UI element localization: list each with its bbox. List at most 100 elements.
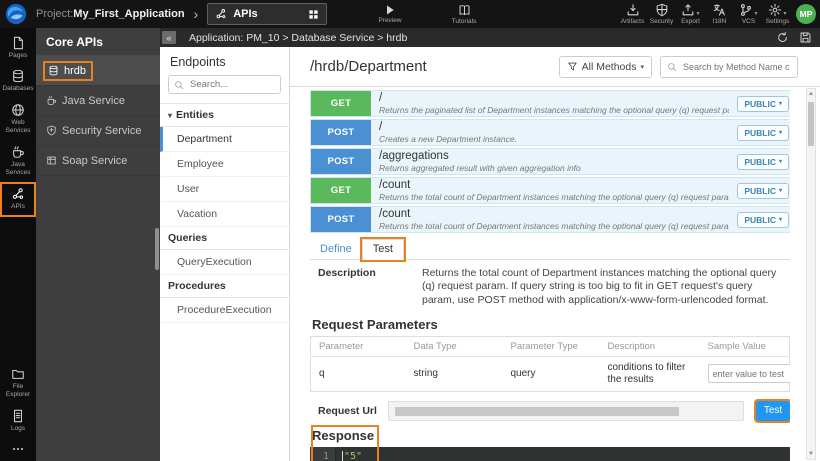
chevron-down-icon: ▾ bbox=[168, 111, 172, 120]
method-access-dropdown[interactable]: PUBLIC▾ bbox=[737, 96, 789, 112]
topbar-vcs-button[interactable]: ▾VCS bbox=[734, 3, 763, 25]
core-api-item-security-service[interactable]: Security Service bbox=[36, 116, 160, 146]
method-access-dropdown[interactable]: PUBLIC▾ bbox=[737, 154, 789, 170]
core-apis-title: Core APIs bbox=[36, 28, 160, 56]
preview-button[interactable]: Preview bbox=[368, 4, 412, 24]
core-api-item-hrdb[interactable]: hrdb bbox=[36, 56, 160, 86]
rail-item-logs[interactable]: Logs bbox=[1, 405, 35, 438]
i18n-icon bbox=[713, 3, 727, 17]
chevron-down-icon: ▾ bbox=[779, 216, 782, 223]
endpoint-item-user[interactable]: User bbox=[160, 177, 289, 202]
book-icon bbox=[458, 4, 471, 17]
method-path: / bbox=[379, 121, 729, 134]
method-path: /aggregations bbox=[379, 150, 729, 163]
rail-item-apis[interactable]: APIs bbox=[1, 183, 35, 216]
method-verb-badge: POST bbox=[311, 149, 371, 174]
endpoint-header: /hrdb/Department All Methods ▾ bbox=[290, 47, 820, 87]
topbar-export-button[interactable]: ▾Export bbox=[676, 3, 705, 25]
rail-item-file-explorer[interactable]: FileExplorer bbox=[1, 363, 35, 405]
api-icon bbox=[215, 8, 227, 20]
description-label: Description bbox=[310, 267, 422, 307]
wavemaker-logo[interactable] bbox=[5, 3, 27, 25]
param-col-sample-value: Sample Value bbox=[700, 336, 790, 356]
tab-apis[interactable]: APIs bbox=[207, 3, 327, 25]
method-access-dropdown[interactable]: PUBLIC▾ bbox=[737, 125, 789, 141]
topbar-artifacts-button[interactable]: Artifacts bbox=[618, 3, 647, 25]
topbar-security-button[interactable]: Security bbox=[647, 3, 676, 25]
endpoint-item-department[interactable]: Department bbox=[160, 127, 289, 152]
artifacts-icon bbox=[626, 3, 640, 17]
request-url-label: Request Url bbox=[310, 405, 388, 417]
rail-item-more[interactable] bbox=[1, 438, 35, 461]
project-name[interactable]: Project:My_First_Application bbox=[36, 8, 185, 20]
description-text: Returns the total count of Department in… bbox=[422, 267, 784, 307]
topbar-settings-button[interactable]: ▾Settings bbox=[763, 3, 792, 25]
core-api-item-java-service[interactable]: Java Service bbox=[36, 86, 160, 116]
appbar-actions bbox=[776, 31, 812, 44]
grid-icon[interactable] bbox=[308, 9, 319, 20]
chevron-down-icon: ▾ bbox=[779, 187, 782, 194]
method-row-post[interactable]: POST/Creates a new Department instance.P… bbox=[310, 119, 790, 146]
main-scrollbar[interactable]: ▲ ▼ bbox=[806, 88, 816, 460]
core-apis-scrollbar[interactable] bbox=[155, 228, 159, 270]
sample-value-input[interactable] bbox=[708, 364, 791, 383]
search-icon bbox=[174, 80, 184, 90]
method-description: Returns aggregated result with given agg… bbox=[379, 163, 729, 173]
scroll-down-arrow[interactable]: ▼ bbox=[807, 451, 815, 457]
param-cell-sample bbox=[700, 356, 790, 391]
topbar-center: Preview Tutorials bbox=[368, 0, 486, 28]
endpoint-item-procedureexecution[interactable]: ProcedureExecution bbox=[160, 298, 289, 323]
endpoint-item-queryexecution[interactable]: QueryExecution bbox=[160, 250, 289, 275]
scrollbar-thumb[interactable] bbox=[808, 102, 814, 146]
method-verb-badge: POST bbox=[311, 207, 371, 232]
method-row-get-count[interactable]: GET/countReturns the total count of Depa… bbox=[310, 177, 790, 204]
method-access-label: PUBLIC bbox=[744, 157, 776, 167]
scroll-up-arrow[interactable]: ▲ bbox=[807, 91, 815, 97]
method-row-get[interactable]: GET/Returns the paginated list of Depart… bbox=[310, 90, 790, 117]
refresh-icon[interactable] bbox=[776, 31, 789, 44]
rail-item-pages[interactable]: Pages bbox=[1, 32, 35, 65]
tab-test[interactable]: Test bbox=[362, 239, 404, 260]
rail-item-databases[interactable]: Databases bbox=[1, 65, 35, 98]
method-description: Creates a new Department instance. bbox=[379, 134, 729, 144]
methods-search-input[interactable] bbox=[681, 61, 791, 73]
response-editor[interactable]: 1 "5" bbox=[310, 447, 790, 461]
method-row-post-aggregations[interactable]: POST/aggregationsReturns aggregated resu… bbox=[310, 148, 790, 175]
tutorials-button[interactable]: Tutorials bbox=[442, 4, 486, 25]
endpoints-group-procedures[interactable]: Procedures bbox=[160, 275, 289, 298]
method-path: /count bbox=[379, 208, 729, 221]
endpoints-groups: ▾EntitiesDepartmentEmployeeUserVacationQ… bbox=[160, 103, 289, 323]
tutorials-label: Tutorials bbox=[452, 18, 477, 25]
method-row-post-count[interactable]: POST/countReturns the total count of Dep… bbox=[310, 206, 790, 233]
endpoint-item-vacation[interactable]: Vacation bbox=[160, 202, 289, 227]
core-api-item-soap-service[interactable]: Soap Service bbox=[36, 146, 160, 176]
collapse-panel-button[interactable]: « bbox=[162, 31, 176, 44]
editor-code-line: "5" bbox=[336, 447, 790, 461]
test-button[interactable]: Test bbox=[756, 401, 790, 421]
param-col-data-type: Data Type bbox=[406, 336, 503, 356]
chevron-down-icon: ▾ bbox=[640, 63, 644, 71]
topbar-i18n-button[interactable]: I18N bbox=[705, 3, 734, 25]
methods-filter-dropdown[interactable]: All Methods ▾ bbox=[559, 56, 652, 78]
method-verb-badge: GET bbox=[311, 91, 371, 116]
user-avatar[interactable]: MP bbox=[796, 4, 816, 24]
tab-define[interactable]: Define bbox=[310, 240, 362, 259]
endpoint-item-employee[interactable]: Employee bbox=[160, 152, 289, 177]
method-access-dropdown[interactable]: PUBLIC▾ bbox=[737, 212, 789, 228]
filter-icon bbox=[567, 61, 578, 72]
project-label: Project: bbox=[36, 8, 73, 20]
save-icon[interactable] bbox=[799, 31, 812, 44]
endpoints-group-queries[interactable]: Queries bbox=[160, 227, 289, 250]
rail-item-web-services[interactable]: WebServices bbox=[1, 99, 35, 141]
endpoints-group-entities[interactable]: ▾Entities bbox=[160, 103, 289, 127]
request-url-field[interactable] bbox=[388, 401, 744, 421]
rail-item-java-services[interactable]: JavaServices bbox=[1, 141, 35, 183]
left-rail: PagesDatabasesWebServicesJavaServicesAPI… bbox=[0, 28, 36, 461]
endpoint-search-input[interactable] bbox=[188, 78, 275, 91]
method-access-dropdown[interactable]: PUBLIC▾ bbox=[737, 183, 789, 199]
chevron-right-icon: › bbox=[194, 6, 199, 22]
rail-bottom-items: FileExplorerLogs bbox=[1, 363, 35, 461]
endpoints-title: Endpoints bbox=[160, 47, 289, 75]
security-icon bbox=[655, 3, 669, 17]
method-description: Returns the total count of Department in… bbox=[379, 221, 729, 231]
